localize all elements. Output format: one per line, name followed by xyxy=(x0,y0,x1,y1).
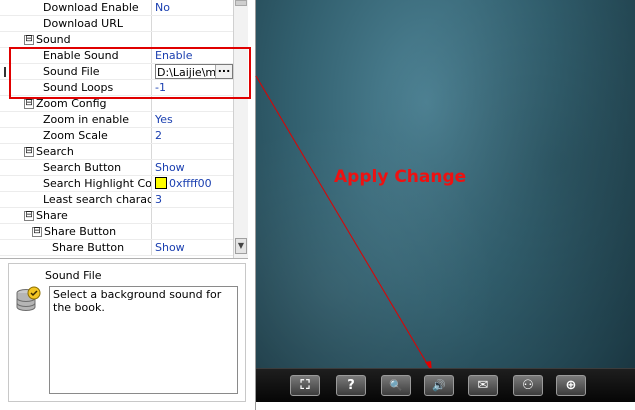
search-button[interactable]: 🔍 xyxy=(381,375,411,396)
share-icon: ⚇ xyxy=(522,378,534,393)
prop-value[interactable]: Enable xyxy=(155,48,233,63)
prop-row-zoom-in-enable[interactable]: Zoom in enable Yes xyxy=(0,112,233,128)
browse-button[interactable]: ... xyxy=(215,65,232,78)
prop-row-share-button[interactable]: Share Button Show xyxy=(0,240,233,256)
search-icon: 🔍 xyxy=(389,379,403,392)
prop-row-zoom-scale[interactable]: Zoom Scale 2 xyxy=(0,128,233,144)
category-label: Share Button xyxy=(44,225,117,238)
share-button[interactable]: ⚇ xyxy=(513,375,543,396)
prop-name: Search Button xyxy=(43,161,122,174)
category-share[interactable]: ⊟ Share xyxy=(0,208,233,224)
apply-change-label: Apply Change xyxy=(334,167,467,187)
sound-file-input[interactable]: D:\Laijie\mus ... xyxy=(155,64,233,79)
prop-name: Share Button xyxy=(52,241,125,254)
category-sound[interactable]: ⊟ Sound xyxy=(0,32,233,48)
email-button[interactable]: ✉ xyxy=(468,375,498,396)
scroll-thumb[interactable] xyxy=(235,0,247,6)
prop-value[interactable]: 2 xyxy=(155,128,233,143)
help-icon: ? xyxy=(347,378,355,393)
vertical-scrollbar[interactable]: ▼ xyxy=(233,0,248,258)
prop-row-least-search-chars[interactable]: Least search charac... 3 xyxy=(0,192,233,208)
prop-name: Zoom in enable xyxy=(43,113,130,126)
prop-row-enable-sound[interactable]: Enable Sound Enable xyxy=(0,48,233,64)
fit-screen-icon: ⛶ xyxy=(300,378,310,393)
prop-name: Least search charac... xyxy=(43,193,152,206)
category-label: Zoom Config xyxy=(36,97,107,110)
prop-value[interactable]: -1 xyxy=(155,80,233,95)
prop-name: Zoom Scale xyxy=(43,129,108,142)
collapse-icon[interactable]: ⊟ xyxy=(24,147,34,157)
prop-name: Sound File xyxy=(43,65,100,78)
zoom-in-icon: ⊕ xyxy=(565,378,577,393)
prop-name: Search Highlight Color xyxy=(43,177,152,190)
prop-row-download-enable[interactable]: Download Enable No xyxy=(0,0,233,16)
category-label: Sound xyxy=(36,33,71,46)
category-zoom-config[interactable]: ⊟ Zoom Config xyxy=(0,96,233,112)
prop-name: Enable Sound xyxy=(43,49,119,62)
prop-name: Download URL xyxy=(43,17,123,30)
collapse-icon[interactable]: ⊟ xyxy=(24,35,34,45)
sound-button[interactable]: 🔊 xyxy=(424,375,454,396)
color-swatch xyxy=(155,177,167,189)
collapse-icon[interactable]: ⊟ xyxy=(24,99,34,109)
email-icon: ✉ xyxy=(477,378,489,393)
category-label: Share xyxy=(36,209,68,222)
prop-row-sound-file[interactable]: Sound File D:\Laijie\mus ... xyxy=(0,64,233,80)
prop-value-color[interactable]: 0xffff00 xyxy=(155,176,233,191)
scroll-down-icon[interactable]: ▼ xyxy=(235,238,247,254)
prop-name: Sound Loops xyxy=(43,81,114,94)
prop-value[interactable]: No xyxy=(155,0,233,15)
description-title: Sound File xyxy=(45,269,102,282)
database-check-icon xyxy=(16,286,41,311)
prop-name: Download Enable xyxy=(43,1,139,14)
prop-row-search-highlight-color[interactable]: Search Highlight Color 0xffff00 xyxy=(0,176,233,192)
category-share-button[interactable]: ⊟ Share Button xyxy=(0,224,233,240)
prop-row-sound-loops[interactable]: Sound Loops -1 xyxy=(0,80,233,96)
bottom-strip xyxy=(256,402,635,410)
sound-icon: 🔊 xyxy=(432,379,446,392)
prop-value[interactable]: Yes xyxy=(155,112,233,127)
prop-row-search-button[interactable]: Search Button Show xyxy=(0,160,233,176)
prop-value[interactable]: Show xyxy=(155,160,233,175)
left-pane: Download Enable No Download URL ⊟ Sound E… xyxy=(0,0,256,410)
help-button[interactable]: ? xyxy=(336,375,366,396)
zoom-in-button[interactable]: ⊕ xyxy=(556,375,586,396)
prop-value[interactable]: 3 xyxy=(155,192,233,207)
collapse-icon[interactable]: ⊟ xyxy=(32,227,42,237)
category-label: Search xyxy=(36,145,74,158)
property-grid: Download Enable No Download URL ⊟ Sound E… xyxy=(0,0,248,259)
fit-screen-button[interactable]: ⛶ xyxy=(290,375,320,396)
viewer-toolbar: ⛶ ? 🔍 🔊 ✉ ⚇ ⊕ xyxy=(256,368,635,403)
prop-row-download-url[interactable]: Download URL xyxy=(0,16,233,32)
prop-value[interactable] xyxy=(155,16,233,31)
prop-value: 0xffff00 xyxy=(169,177,212,190)
collapse-icon[interactable]: ⊟ xyxy=(24,211,34,221)
book-preview-area xyxy=(256,0,635,410)
prop-value[interactable]: Show xyxy=(155,240,233,255)
description-text: Select a background sound for the book. xyxy=(49,286,238,394)
category-search[interactable]: ⊟ Search xyxy=(0,144,233,160)
description-pane: Sound File Select a background sound for… xyxy=(8,263,246,402)
